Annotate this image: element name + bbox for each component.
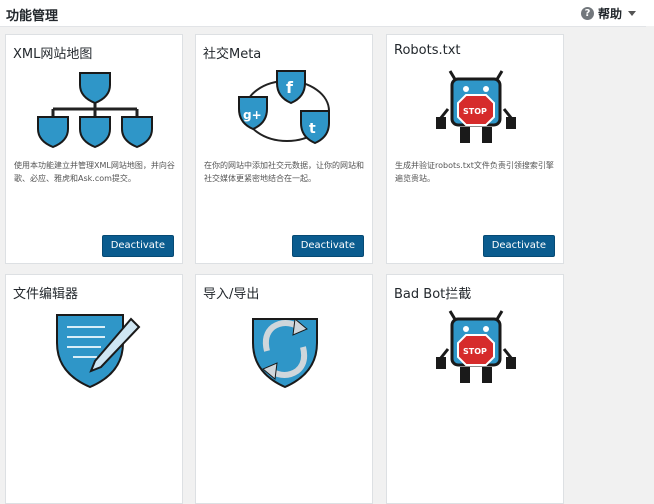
robot-icon: STOP [436,70,516,143]
bad-bot-icon: STOP [436,310,516,383]
chevron-down-icon [628,11,636,16]
module-card-bad-bot: Bad Bot拦截 STOP [386,274,564,504]
card-description: 在你的网站中添加社交元数据，让你的网站和社交媒体更紧密地结合在一起。 [204,161,364,183]
question-icon: ? [580,7,594,20]
file-editor-icon [56,314,141,389]
module-card-xml-sitemap: XML网站地图 使用本功能建立并管理XML网站地图，并向谷歌、必应、雅虎和Ask… [5,34,183,264]
svg-text:f: f [286,78,294,97]
svg-text:STOP: STOP [463,107,487,116]
card-title: 社交Meta [203,47,262,62]
module-card-file-editor: 文件编辑器 [5,274,183,504]
deactivate-button[interactable]: Deactivate [101,235,174,257]
card-title: Bad Bot拦截 [394,287,472,302]
top-bar: 功能管理 ? 帮助 [0,0,654,27]
help-button[interactable]: ? 帮助 [580,5,636,22]
sitemap-icon [37,72,153,149]
card-title: XML网站地图 [13,47,93,62]
import-export-icon [252,318,318,389]
social-icon: f g+ t [238,70,330,145]
module-card-import-export: 导入/导出 [195,274,373,504]
module-card-robots-txt: Robots.txt STOP 生成并验证robots.txt文件负责引领搜索引… [386,34,564,264]
card-title: 文件编辑器 [13,287,79,302]
svg-text:STOP: STOP [463,347,487,356]
card-title: Robots.txt [394,43,461,58]
module-card-social-meta: 社交Meta f g+ t 在你的网站中添加社交元数据，让你的网站和社交媒体更紧… [195,34,373,264]
page-title: 功能管理 [6,9,59,24]
card-description: 生成并验证robots.txt文件负责引领搜索引擎遍览贵站。 [395,161,554,183]
scrollbar[interactable] [646,26,654,400]
card-description: 使用本功能建立并管理XML网站地图，并向谷歌、必应、雅虎和Ask.com提交。 [14,161,175,183]
deactivate-button[interactable]: Deactivate [291,235,364,257]
deactivate-button[interactable]: Deactivate [482,235,555,257]
svg-text:g+: g+ [243,108,262,122]
card-title: 导入/导出 [203,287,260,302]
help-label: 帮助 [597,7,622,21]
svg-text:t: t [309,121,316,137]
